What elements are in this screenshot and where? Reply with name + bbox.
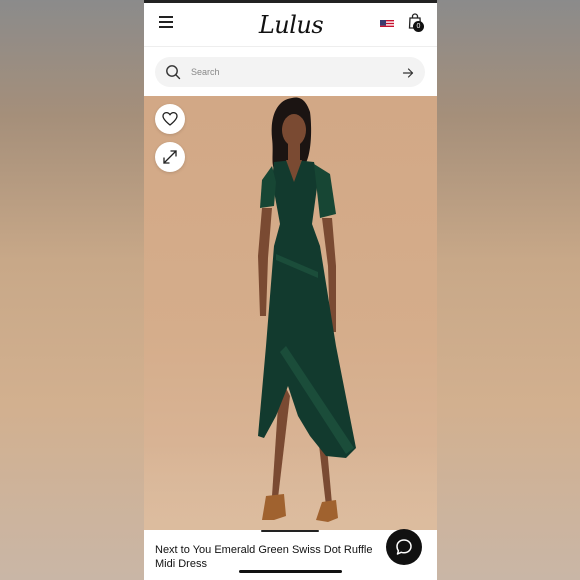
wishlist-button[interactable] xyxy=(155,104,185,134)
search-input[interactable] xyxy=(191,64,391,80)
phone-screen: Lulus 0 Search Next to You Emerald Green… xyxy=(144,0,437,580)
background-right xyxy=(437,0,580,580)
expand-icon xyxy=(163,150,177,164)
search-icon xyxy=(165,64,181,80)
product-title: Next to You Emerald Green Swiss Dot Ruff… xyxy=(155,544,373,570)
site-header: Lulus 0 xyxy=(144,3,437,46)
chat-bubble-icon xyxy=(396,539,412,555)
brand-logo[interactable]: Lulus xyxy=(256,10,326,40)
arrow-right-icon[interactable] xyxy=(402,66,414,78)
chat-button[interactable] xyxy=(386,529,422,565)
search-box[interactable] xyxy=(155,57,425,87)
background-left xyxy=(0,0,144,580)
cart-count-badge: 0 xyxy=(413,21,424,32)
us-flag-icon[interactable] xyxy=(380,17,394,27)
image-carousel-indicator xyxy=(261,530,319,532)
model-figure xyxy=(258,97,356,522)
expand-image-button[interactable] xyxy=(155,142,185,172)
product-image[interactable] xyxy=(144,96,437,530)
heart-icon xyxy=(162,111,178,126)
home-indicator xyxy=(239,570,342,573)
hamburger-menu-icon[interactable] xyxy=(159,16,173,28)
search-bar-area xyxy=(144,46,437,97)
